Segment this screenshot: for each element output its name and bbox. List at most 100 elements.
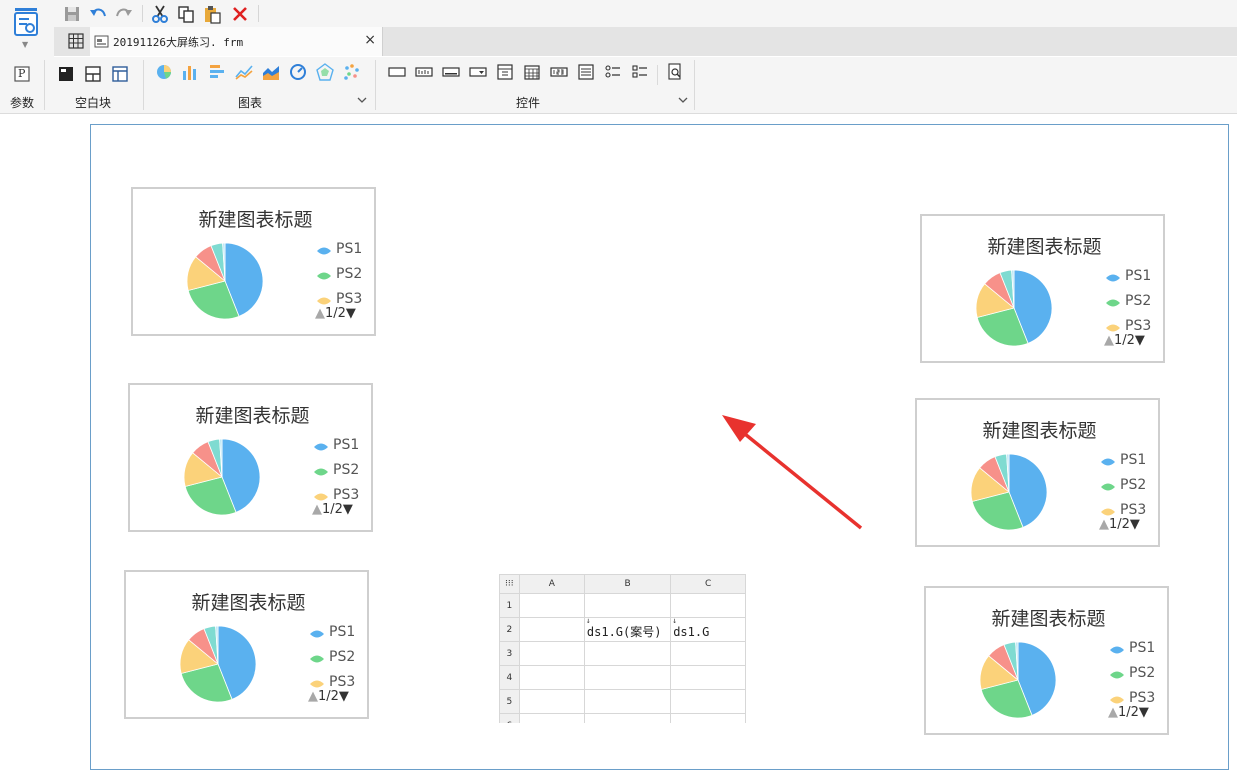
grid-cell[interactable]	[583, 713, 672, 723]
date-widget-button[interactable]	[496, 63, 514, 81]
row-header[interactable]: 3	[499, 641, 520, 666]
pie-chart[interactable]	[978, 640, 1058, 720]
grid-cell-b2[interactable]: ↓ ds1.G(案号)	[583, 617, 672, 642]
grid-cell[interactable]	[670, 593, 746, 618]
split-block-button[interactable]	[84, 65, 102, 83]
gauge-chart-button[interactable]	[289, 63, 307, 81]
component-ribbon: P 参数 空白块 图表 控件	[0, 57, 1237, 114]
grid-cell[interactable]	[518, 665, 585, 690]
legend-swatch-icon	[1106, 324, 1120, 332]
row-header[interactable]: 6	[499, 713, 520, 723]
page-up-icon[interactable]: ▲	[1099, 517, 1109, 532]
row-header[interactable]: 4	[499, 665, 520, 690]
chart-widget[interactable]: 新建图表标题 PS1 PS2 PS3 ▲1/2▼	[924, 586, 1169, 735]
pie-chart[interactable]	[182, 437, 262, 517]
grid-cell[interactable]	[518, 689, 585, 714]
tree-widget-button[interactable]	[577, 63, 595, 81]
grid-cell[interactable]	[518, 617, 585, 642]
button-widget-button[interactable]	[442, 63, 460, 81]
page-down-icon[interactable]: ▼	[346, 306, 356, 321]
line-chart-button[interactable]	[235, 63, 253, 81]
expand-down-icon: ↓	[585, 617, 591, 626]
page-down-icon[interactable]: ▼	[1130, 517, 1140, 532]
paste-button[interactable]	[202, 4, 222, 24]
pie-chart[interactable]	[974, 268, 1054, 348]
page-up-icon[interactable]: ▲	[315, 306, 325, 321]
text-label-widget-button[interactable]	[415, 63, 433, 81]
chevron-down-icon[interactable]	[357, 95, 367, 105]
grid-cell-c2[interactable]: ↓ ds1.G	[670, 617, 746, 642]
page-up-icon[interactable]: ▲	[1108, 705, 1118, 720]
legend-swatch-icon	[1101, 508, 1115, 516]
bar-chart-button[interactable]	[181, 63, 199, 81]
radar-chart-button[interactable]	[316, 63, 334, 81]
dropdown-widget-button[interactable]	[469, 63, 487, 81]
grid-cell[interactable]	[583, 665, 672, 690]
row-header[interactable]: 2	[499, 617, 520, 642]
parameter-panel-button[interactable]: P	[13, 65, 31, 83]
area-chart-button[interactable]	[262, 63, 280, 81]
grid-cell[interactable]	[583, 593, 672, 618]
grid-cell[interactable]	[518, 713, 585, 723]
save-icon	[65, 7, 79, 21]
app-menu-button[interactable]: ▼	[0, 0, 54, 57]
grid-cell[interactable]	[583, 689, 672, 714]
page-down-icon[interactable]: ▼	[343, 502, 353, 517]
grid-cell[interactable]	[670, 641, 746, 666]
legend-label: PS2	[1120, 477, 1147, 493]
chart-widget[interactable]: 新建图表标题 PS1 PS2 PS3 ▲1/2▼	[915, 398, 1160, 547]
grid-cell[interactable]	[518, 641, 585, 666]
page-indicator: 1/2	[318, 689, 339, 704]
undo-button[interactable]	[88, 4, 108, 24]
page-down-icon[interactable]: ▼	[339, 689, 349, 704]
annotation-arrow	[722, 415, 863, 530]
column-header[interactable]: B	[583, 574, 672, 594]
horizontal-bar-chart-button[interactable]	[208, 63, 226, 81]
save-button[interactable]	[62, 4, 82, 24]
pie-chart[interactable]	[969, 452, 1049, 532]
chart-widget[interactable]: 新建图表标题 PS1 PS2 PS3 ▲1/2▼	[128, 383, 373, 532]
row-header[interactable]: 1	[499, 593, 520, 618]
page-down-icon[interactable]: ▼	[1135, 333, 1145, 348]
area-chart-icon	[263, 66, 279, 80]
blank-block-button[interactable]	[57, 65, 75, 83]
page-up-icon[interactable]: ▲	[308, 689, 318, 704]
tab-file[interactable]: 20191126大屏练习. frm ×	[90, 27, 383, 56]
grid-corner[interactable]: ⁝⁝⁝	[499, 574, 520, 594]
copy-button[interactable]	[176, 4, 196, 24]
legend-label: PS2	[1129, 665, 1156, 681]
grid-cell[interactable]	[670, 665, 746, 690]
page-up-icon[interactable]: ▲	[312, 502, 322, 517]
grid-cell[interactable]	[670, 689, 746, 714]
delete-button[interactable]	[230, 4, 250, 24]
label-widget-button[interactable]	[388, 63, 406, 81]
pie-chart-button[interactable]	[155, 63, 173, 81]
chevron-down-icon[interactable]	[678, 95, 688, 105]
grid-cell[interactable]	[670, 713, 746, 723]
checkbox-group-widget-button[interactable]	[631, 63, 649, 81]
column-header[interactable]: A	[518, 574, 585, 594]
page-up-icon[interactable]: ▲	[1104, 333, 1114, 348]
chart-widget[interactable]: 新建图表标题 PS1 PS2 PS3 ▲1/2▼	[920, 214, 1165, 363]
grid-cell[interactable]	[518, 593, 585, 618]
radio-group-widget-button[interactable]	[604, 63, 622, 81]
report-block-widget[interactable]: ⁝⁝⁝ A B C 1 2 ↓ ds1.G(案号) ↓ ds1.G 3 4 5	[499, 574, 746, 723]
grid-cell[interactable]	[583, 641, 672, 666]
pie-chart[interactable]	[185, 241, 265, 321]
chart-widget[interactable]: 新建图表标题 PS1 PS2 PS3 ▲1/2▼	[131, 187, 376, 336]
redo-button[interactable]	[114, 4, 134, 24]
calendar-widget-button[interactable]	[523, 63, 541, 81]
pie-chart[interactable]	[178, 624, 258, 704]
scatter-chart-button[interactable]	[343, 63, 361, 81]
row-header[interactable]: 5	[499, 689, 520, 714]
chart-widget[interactable]: 新建图表标题 PS1 PS2 PS3 ▲1/2▼	[124, 570, 369, 719]
page-down-icon[interactable]: ▼	[1139, 705, 1149, 720]
column-header[interactable]: C	[670, 574, 746, 594]
close-icon[interactable]: ×	[364, 33, 376, 47]
grid-icon[interactable]	[68, 33, 84, 49]
tab-block-button[interactable]	[111, 65, 129, 83]
cut-button[interactable]	[150, 4, 170, 24]
number-widget-button[interactable]	[550, 63, 568, 81]
legend-label: PS1	[1120, 452, 1147, 468]
search-widget-button[interactable]	[666, 63, 684, 81]
